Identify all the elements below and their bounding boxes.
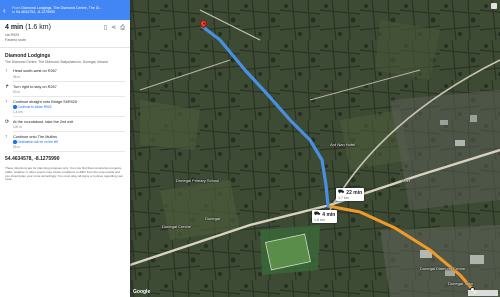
app-root: ⛟ 22 min 1.7 km ⛟ 4 min 1.6 km Ard Nan Hot… bbox=[0, 0, 500, 297]
route-alt-dist: 1.7 km bbox=[338, 196, 349, 200]
to-label: to bbox=[12, 10, 15, 14]
map-label-donegal: Donegal bbox=[205, 216, 220, 221]
route-distance: (1.6 km) bbox=[25, 24, 51, 31]
from-label: From bbox=[12, 5, 21, 10]
direction-step[interactable]: ↑ Continue straight onto Bridge St/R925 Co… bbox=[5, 97, 125, 117]
arrow-up-icon: ↑ bbox=[5, 68, 8, 74]
direction-step[interactable]: ↑ Head south-west on R267 56 m bbox=[5, 66, 125, 82]
route-selected-dist: 1.6 km bbox=[314, 218, 325, 222]
route-summary: 4 min (1.6 km) via R925 Fastest route ▯ … bbox=[0, 20, 130, 44]
step-body: Head south-west on R267 56 m bbox=[13, 69, 125, 82]
step-body: Turn right to stay on R267 53 m bbox=[13, 85, 125, 98]
step-text: At the roundabout, take the 2nd exit bbox=[13, 119, 74, 124]
print-icon[interactable]: ⎙ bbox=[120, 25, 125, 31]
origin-address: The Diamond Centre, The Diamond, Ballysh… bbox=[5, 60, 108, 64]
route-endpoints: From Diamond Lodgings, The Diamond Centr… bbox=[12, 6, 127, 15]
roundabout-icon: ⟳ bbox=[5, 118, 10, 125]
step-body: At the roundabout, take the 2nd exit 100 … bbox=[13, 120, 125, 133]
origin-block: Diamond Lodgings The Diamond Centre, The… bbox=[0, 51, 130, 66]
info-icon bbox=[13, 105, 17, 109]
arrow-up-icon: ↑ bbox=[5, 99, 8, 106]
direction-step[interactable]: ⟳ At the roundabout, take the 2nd exit 100… bbox=[5, 117, 125, 133]
step-body: Continue onto The Mullins Destination wil… bbox=[13, 135, 125, 152]
route-header: ‹ From Diamond Lodgings, The Diamond Cen… bbox=[0, 0, 130, 20]
camera-icon[interactable] bbox=[491, 3, 497, 9]
back-arrow-icon[interactable]: ‹ bbox=[3, 6, 12, 15]
step-text: Head south-west on R267 bbox=[13, 69, 57, 73]
info-icon bbox=[13, 140, 17, 144]
step-note: Destination will be on the left bbox=[13, 140, 125, 144]
route-via: via R925 bbox=[5, 33, 20, 37]
step-body: Continue straight onto Bridge St/R925 Con… bbox=[13, 100, 125, 117]
step-text: Turn right to stay on R267 bbox=[13, 84, 57, 89]
map-label-hotel: Ard Nan Hotel bbox=[330, 142, 356, 147]
google-logo: Google bbox=[133, 289, 151, 295]
route-to[interactable]: 54.4634753, -8.1275990 bbox=[16, 10, 55, 14]
step-distance: 53 m bbox=[13, 90, 125, 98]
map-label-creche: Donegal Creche bbox=[162, 224, 191, 229]
route-selected-bubble[interactable]: ⛟ 4 min 1.6 km bbox=[312, 210, 338, 223]
share-icon[interactable]: ⋖ bbox=[111, 25, 116, 31]
arrow-up-icon: ↑ bbox=[5, 134, 8, 141]
direction-step[interactable]: ↱ Turn right to stay on R267 53 m bbox=[5, 82, 125, 98]
step-note-text: Destination will be on the left bbox=[17, 139, 59, 144]
disclaimer: These directions are for planning purpos… bbox=[5, 165, 124, 182]
car-icon: ⛟ bbox=[338, 189, 345, 195]
turn-right-icon: ↱ bbox=[5, 83, 10, 90]
map-label-mart: Mart bbox=[402, 178, 410, 183]
phone-icon[interactable]: ▯ bbox=[104, 25, 107, 31]
step-distance: 1.4 km bbox=[13, 110, 125, 117]
map-scale-bar bbox=[468, 290, 498, 296]
destination-coords: 54.4634578, -8.1275990 bbox=[5, 155, 60, 162]
map-label-diamond: Donegal Diamond Centre bbox=[420, 266, 466, 271]
step-distance: 85 m bbox=[13, 145, 125, 152]
route-time: 4 min bbox=[5, 24, 24, 31]
divider bbox=[0, 47, 130, 48]
route-alt-time: 22 min bbox=[346, 189, 363, 196]
route-alt-bubble[interactable]: ⛟ 22 min 1.7 km bbox=[336, 188, 365, 201]
step-distance: 56 m bbox=[13, 75, 125, 82]
route-from[interactable]: Diamond Lodgings, The Diamond Centre, Th… bbox=[21, 6, 102, 10]
route-selected-time: 4 min bbox=[322, 211, 336, 218]
car-icon: ⛟ bbox=[314, 211, 321, 217]
steps-list: ↑ Head south-west on R267 56 m ↱ Turn right … bbox=[0, 66, 130, 152]
step-note-text: Continue to follow R925 bbox=[17, 104, 52, 109]
map-label-school: Donegal Primary School bbox=[176, 178, 220, 183]
summary-actions: ▯ ⋖ ⎙ bbox=[104, 25, 125, 31]
origin-name: Diamond Lodgings bbox=[5, 53, 51, 59]
direction-step[interactable]: ↑ Continue onto The Mullins Destination wi… bbox=[5, 132, 125, 152]
map-label-town: Donegal Town bbox=[448, 281, 474, 286]
route-fastest: Fastest route bbox=[5, 38, 26, 42]
step-distance: 100 m bbox=[13, 125, 125, 133]
directions-panel: ‹ From Diamond Lodgings, The Diamond Cen… bbox=[0, 0, 130, 297]
step-note: Continue to follow R925 bbox=[13, 105, 125, 109]
